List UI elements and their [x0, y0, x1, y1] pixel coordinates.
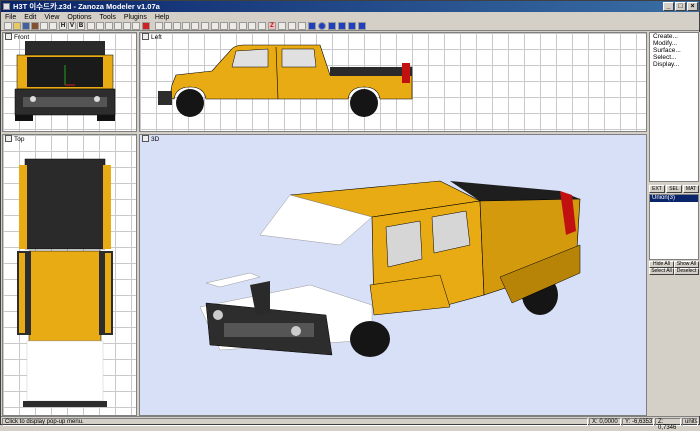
zoom-window-icon[interactable]: [182, 22, 190, 30]
mirror-icon[interactable]: [123, 22, 131, 30]
polygon-icon[interactable]: [288, 22, 296, 30]
new-file-icon[interactable]: [4, 22, 12, 30]
move-icon[interactable]: [96, 22, 104, 30]
tab-sel[interactable]: SEL: [666, 185, 682, 193]
title-bar[interactable]: H3T 이수드카.z3d - Zanoza Modeler v1.07a _ □…: [1, 1, 699, 12]
front-viewport[interactable]: Front: [2, 32, 137, 132]
minimize-button[interactable]: _: [663, 2, 674, 11]
tab-mat[interactable]: MAT: [683, 185, 699, 193]
command-list: Create... Modify... Surface... Select...…: [649, 32, 699, 182]
zoom-extents-icon[interactable]: [173, 22, 181, 30]
select-all-button[interactable]: Select All: [649, 268, 674, 275]
show-all-button[interactable]: Show All: [674, 261, 699, 268]
render-icon[interactable]: [142, 22, 150, 30]
edge-icon[interactable]: [248, 22, 256, 30]
app-icon: [3, 3, 10, 10]
select-menu-item[interactable]: Select...: [650, 54, 698, 61]
open-file-icon[interactable]: [13, 22, 21, 30]
light-icon[interactable]: [201, 22, 209, 30]
cone-primitive-icon[interactable]: [338, 22, 346, 30]
z-tool-button[interactable]: Z: [268, 22, 276, 30]
command-panel: Create... Modify... Surface... Select...…: [648, 32, 700, 416]
box-primitive-icon[interactable]: [308, 22, 316, 30]
surface-menu-item[interactable]: Surface...: [650, 47, 698, 54]
close-button[interactable]: ×: [687, 2, 698, 11]
camera-icon[interactable]: [211, 22, 219, 30]
tab-ext[interactable]: EXT: [649, 185, 665, 193]
extrude-icon[interactable]: [298, 22, 306, 30]
window-title: H3T 이수드카.z3d - Zanoza Modeler v1.07a: [13, 2, 160, 11]
torus-primitive-icon[interactable]: [348, 22, 356, 30]
perspective-viewport[interactable]: 3D: [139, 134, 647, 416]
front-view-truck: [14, 41, 116, 121]
snap-icon[interactable]: [239, 22, 247, 30]
face-icon[interactable]: [278, 22, 286, 30]
menu-bar: File Edit View Options Tools Plugins Help: [1, 12, 699, 21]
app-window: H3T 이수드카.z3d - Zanoza Modeler v1.07a _ □…: [0, 0, 700, 431]
vertex-icon[interactable]: [258, 22, 266, 30]
perspective-viewport-label[interactable]: 3D: [142, 135, 159, 144]
hide-all-button[interactable]: Hide All: [649, 261, 674, 268]
object-list-item[interactable]: Union(3): [650, 195, 698, 202]
h-view-button[interactable]: H: [59, 22, 67, 30]
create-menu-item[interactable]: Create...: [650, 33, 698, 40]
object-list[interactable]: Union(3): [649, 194, 699, 260]
plane-primitive-icon[interactable]: [358, 22, 366, 30]
grid-icon[interactable]: [220, 22, 228, 30]
top-view-truck: [17, 158, 113, 407]
import-icon[interactable]: [31, 22, 39, 30]
scale-icon[interactable]: [114, 22, 122, 30]
v-view-button[interactable]: V: [68, 22, 76, 30]
align-icon[interactable]: [132, 22, 140, 30]
b-view-button[interactable]: B: [77, 22, 85, 30]
rotate-icon[interactable]: [105, 22, 113, 30]
left-viewport-label[interactable]: Left: [142, 33, 162, 42]
left-view-truck: [158, 44, 413, 117]
copy-icon[interactable]: [49, 22, 57, 30]
pointer-icon[interactable]: [87, 22, 95, 30]
display-menu-item[interactable]: Display...: [650, 61, 698, 68]
front-viewport-label[interactable]: Front: [5, 33, 29, 42]
top-viewport-label[interactable]: Top: [5, 135, 24, 144]
sphere-primitive-icon[interactable]: [318, 22, 326, 30]
perspective-truck: [199, 180, 581, 357]
save-file-icon[interactable]: [22, 22, 30, 30]
left-viewport[interactable]: Left: [139, 32, 647, 132]
top-viewport[interactable]: Top: [2, 134, 137, 416]
pan-icon[interactable]: [164, 22, 172, 30]
modify-menu-item[interactable]: Modify...: [650, 40, 698, 47]
axis-icon[interactable]: [229, 22, 237, 30]
toolbar: H V B Z: [1, 21, 699, 31]
panel-tabs: EXT SEL MAT: [649, 185, 699, 193]
maximize-viewport-icon[interactable]: [191, 22, 199, 30]
cylinder-primitive-icon[interactable]: [328, 22, 336, 30]
status-bar: Click to display pop-up menu. X: 0,0000 …: [1, 416, 699, 431]
maximize-button[interactable]: □: [675, 2, 686, 11]
zoom-icon[interactable]: [155, 22, 163, 30]
deselect-button[interactable]: Deselect: [674, 268, 699, 275]
cut-icon[interactable]: [40, 22, 48, 30]
